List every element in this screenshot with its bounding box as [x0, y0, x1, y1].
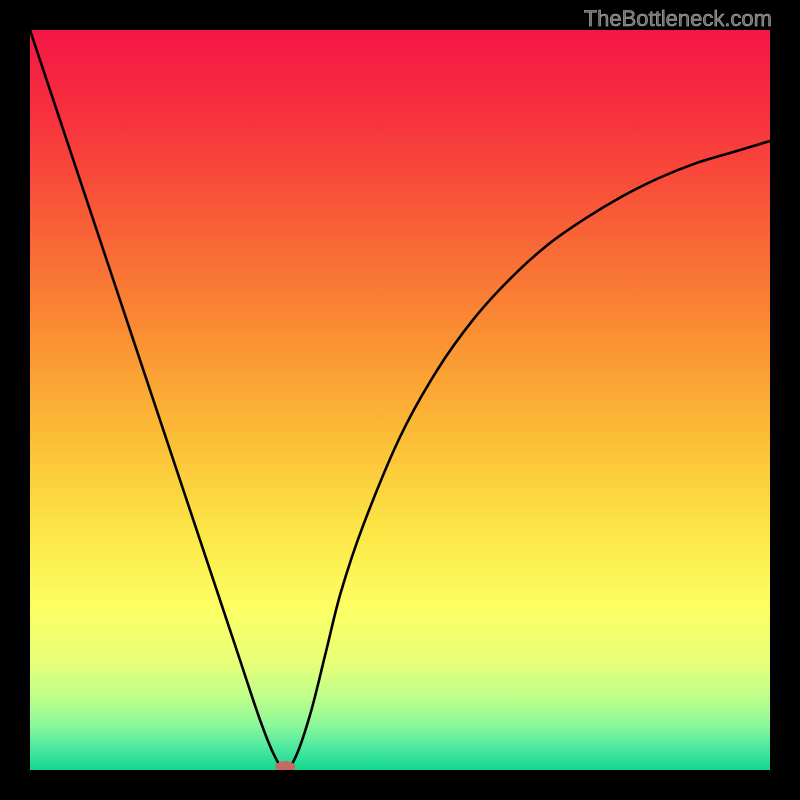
bottleneck-curve: [30, 30, 770, 770]
chart-curve-layer: [30, 30, 770, 770]
chart-plot-area: [30, 30, 770, 770]
chart-frame: TheBottleneck.com: [0, 0, 800, 800]
watermark-text: TheBottleneck.com: [584, 6, 772, 32]
